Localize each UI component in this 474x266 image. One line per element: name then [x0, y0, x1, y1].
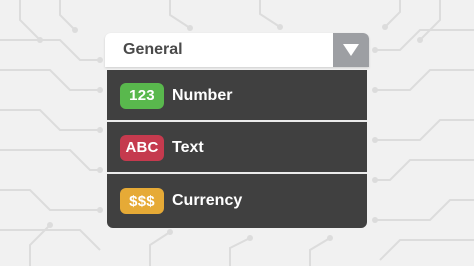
triangle-down-icon	[343, 44, 359, 56]
menu-item-label: Currency	[172, 192, 243, 209]
menu-item-currency[interactable]: $$$ Currency	[107, 174, 367, 228]
dropdown-menu: 123 Number ABC Text $$$ Currency	[107, 70, 367, 228]
menu-item-number[interactable]: 123 Number	[107, 70, 367, 121]
text-badge: ABC	[120, 134, 164, 161]
number-badge: 123	[120, 82, 164, 109]
menu-item-label: Number	[172, 86, 233, 104]
dropdown-select[interactable]: General	[105, 33, 369, 67]
menu-item-text[interactable]: ABC Text	[107, 122, 367, 173]
currency-badge: $$$	[120, 188, 164, 214]
dropdown-selected-label: General	[123, 41, 183, 58]
menu-item-label: Text	[172, 138, 204, 156]
dropdown-toggle-button[interactable]	[333, 33, 369, 67]
